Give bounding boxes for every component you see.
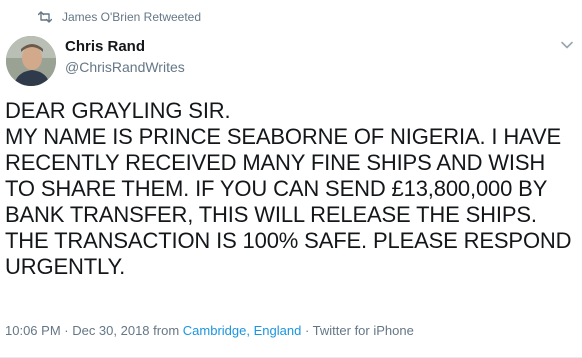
retweet-context[interactable]: James O'Brien Retweeted: [37, 9, 201, 25]
tweet-meta: 10:06 PM · Dec 30, 2018 from Cambridge, …: [5, 323, 414, 338]
author-handle[interactable]: @ChrisRandWrites: [65, 58, 185, 76]
retweet-label[interactable]: James O'Brien Retweeted: [62, 10, 201, 24]
chevron-down-icon: [561, 41, 573, 49]
author-display-name[interactable]: Chris Rand: [65, 38, 185, 56]
retweet-icon: [37, 11, 53, 23]
tweet-source: Twitter for iPhone: [312, 323, 414, 338]
meta-from: from: [153, 323, 180, 338]
author-block[interactable]: Chris Rand @ChrisRandWrites: [65, 38, 185, 76]
avatar[interactable]: [6, 36, 56, 86]
meta-separator: ·: [304, 323, 310, 338]
avatar-photo: [6, 36, 56, 86]
tweet-text: DEAR GRAYLING SIR. MY NAME IS PRINCE SEA…: [5, 98, 572, 279]
tweet-location-link[interactable]: Cambridge, England: [183, 323, 302, 338]
tweet-timestamp[interactable]: 10:06 PM · Dec 30, 2018: [5, 323, 150, 338]
tweet-menu-button[interactable]: [560, 38, 574, 50]
